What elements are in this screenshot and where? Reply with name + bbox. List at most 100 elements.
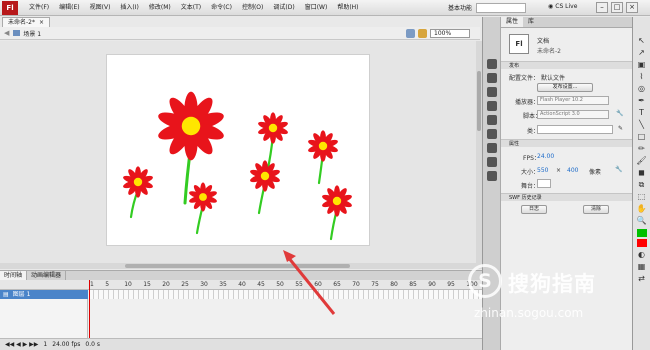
publish-section-header[interactable]: 发布 (501, 61, 633, 69)
workspace-switcher[interactable]: 基本功能 (448, 3, 472, 12)
deco-tool-icon[interactable]: ⧉ (636, 179, 648, 191)
size-times: × (556, 167, 562, 174)
tab-library[interactable]: 库 (523, 17, 539, 27)
bone-tool-icon[interactable]: ⬚ (636, 191, 648, 203)
stroke-color-swatch[interactable] (636, 229, 647, 237)
menu-item[interactable]: 修改(M) (144, 1, 176, 15)
menu-item[interactable]: 窗口(W) (300, 1, 333, 15)
menu-item[interactable]: 帮助(H) (332, 1, 363, 15)
pencil-tool-icon[interactable]: ✏ (636, 143, 648, 155)
brush-tool-icon[interactable]: 🖌 (636, 155, 648, 167)
menu-item[interactable]: 插入(I) (115, 1, 143, 15)
menu-item[interactable]: 命令(C) (206, 1, 237, 15)
layer-row[interactable]: ▤ 图层 1 (0, 290, 88, 299)
flower[interactable] (321, 185, 353, 241)
rectangle-tool-icon[interactable]: □ (636, 131, 648, 143)
gradient-tool-icon[interactable]: ⌇ (636, 71, 648, 83)
motion-presets-icon[interactable] (486, 157, 497, 167)
menu-item[interactable]: 编辑(E) (54, 1, 84, 15)
width-value[interactable]: 550 (537, 167, 548, 174)
class-input[interactable] (537, 125, 613, 134)
publish-settings-button[interactable]: 发布设置... (537, 83, 593, 92)
frame-number: 50 (276, 281, 284, 288)
flower[interactable] (249, 160, 281, 215)
properties-tabs: 属性 库 (501, 17, 632, 28)
components-panel-icon[interactable] (486, 143, 497, 153)
stage[interactable] (107, 55, 369, 245)
transform-panel-icon[interactable] (486, 115, 497, 125)
edit-symbols-icon[interactable] (418, 29, 427, 38)
height-value[interactable]: 400 (567, 167, 578, 174)
library-panel-icon[interactable] (486, 129, 497, 139)
stage-color-swatch[interactable] (537, 179, 551, 188)
document-tab-close-icon[interactable]: × (39, 18, 44, 27)
selection-tool-icon[interactable]: ↖ (636, 35, 648, 47)
stage-artwork (122, 91, 353, 241)
script-settings-icon[interactable]: 🔧 (616, 110, 623, 117)
fill-color-swatch[interactable] (636, 239, 647, 247)
flower[interactable] (307, 130, 339, 185)
menu-item[interactable]: 文本(T) (176, 1, 206, 15)
layer-icon: ▤ (3, 291, 9, 298)
document-tab[interactable]: 未命名-2* × (2, 17, 51, 27)
free-transform-tool-icon[interactable]: ▣ (636, 59, 648, 71)
search-input[interactable] (476, 3, 526, 13)
menu-item[interactable]: 视图(V) (85, 1, 116, 15)
frame-ruler[interactable]: 1 5 10 15 20 25 30 35 40 45 50 55 60 65 70 75 80 85 90 95 10… (89, 280, 482, 290)
text-tool-icon[interactable]: T (636, 107, 648, 119)
tab-timeline[interactable]: 时间轴 (0, 271, 28, 280)
clear-button[interactable]: 清除 (583, 205, 609, 214)
menu-item[interactable]: 文件(F) (24, 1, 54, 15)
line-tool-icon[interactable]: ╲ (636, 119, 648, 131)
play-controls-icon[interactable]: ◀◀ ◀ ▶ ▶▶ (5, 341, 38, 348)
flower-center (181, 116, 201, 136)
maximize-button[interactable]: □ (611, 2, 623, 13)
menu-item[interactable]: 控制(O) (237, 1, 268, 15)
cs-live-button[interactable]: ◉ CS Live (548, 3, 577, 10)
back-arrow-icon[interactable]: ◀ (4, 29, 9, 37)
fps-value[interactable]: 24.00 (537, 153, 554, 160)
frame-number: 35 (219, 281, 227, 288)
horizontal-scroll-thumb[interactable] (125, 264, 350, 268)
info-panel-icon[interactable] (486, 101, 497, 111)
hand-tool-icon[interactable]: ✋ (636, 203, 648, 215)
flower[interactable] (188, 182, 217, 235)
frame-area[interactable]: 1 5 10 15 20 25 30 35 40 45 50 55 60 65 70 75 80 85 90 95 10… (89, 280, 482, 338)
edit-scene-icon[interactable] (406, 29, 415, 38)
vertical-scroll-thumb[interactable] (477, 71, 481, 131)
log-button[interactable]: 日志 (521, 205, 547, 214)
subselection-tool-icon[interactable]: ↗ (636, 47, 648, 59)
flower[interactable] (156, 91, 225, 205)
script-select[interactable]: ActionScript 3.0 (537, 110, 609, 119)
menu-item[interactable]: 调试(D) (268, 1, 299, 15)
eyedropper-tool-icon[interactable]: ◐ (636, 249, 648, 261)
frame-rate: 24.00 fps (52, 341, 81, 348)
3d-rotation-tool-icon[interactable]: ◎ (636, 83, 648, 95)
current-frame: 1 (43, 341, 48, 348)
zoom-select[interactable]: 100% (430, 29, 470, 38)
horizontal-scrollbar[interactable] (0, 263, 482, 269)
code-snippets-icon[interactable] (486, 171, 497, 181)
size-edit-icon[interactable]: 🔧 (615, 166, 622, 173)
tab-properties[interactable]: 属性 (501, 17, 524, 27)
timeline-panel: ▤ 图层 1 1 5 10 15 20 25 30 35 40 45 50 55 60 65 70 75 80 8… (0, 280, 482, 350)
properties-section-header[interactable]: 属性 (501, 139, 633, 147)
flower[interactable] (122, 166, 154, 219)
scene-breadcrumb[interactable]: 场景 1 (13, 29, 41, 38)
tab-motion-editor[interactable]: 动画编辑器 (27, 271, 67, 280)
frame-cells[interactable] (89, 290, 482, 299)
pen-tool-icon[interactable]: ✒ (636, 95, 648, 107)
frame-number: 45 (257, 281, 265, 288)
swf-history-header[interactable]: SWF 历史记录 (501, 193, 633, 201)
zoom-tool-icon[interactable]: 🔍 (636, 215, 648, 227)
paint-bucket-tool-icon[interactable]: ◼ (636, 167, 648, 179)
edit-class-icon[interactable]: ✎ (618, 125, 623, 132)
color-panel-icon[interactable] (486, 59, 497, 69)
align-panel-icon[interactable] (486, 87, 497, 97)
edit-bar-icons (406, 29, 427, 38)
playhead[interactable] (89, 280, 90, 338)
swatches-panel-icon[interactable] (486, 73, 497, 83)
close-button[interactable]: × (626, 2, 638, 13)
minimize-button[interactable]: – (596, 2, 608, 13)
player-select[interactable]: Flash Player 10.2 (537, 96, 609, 105)
